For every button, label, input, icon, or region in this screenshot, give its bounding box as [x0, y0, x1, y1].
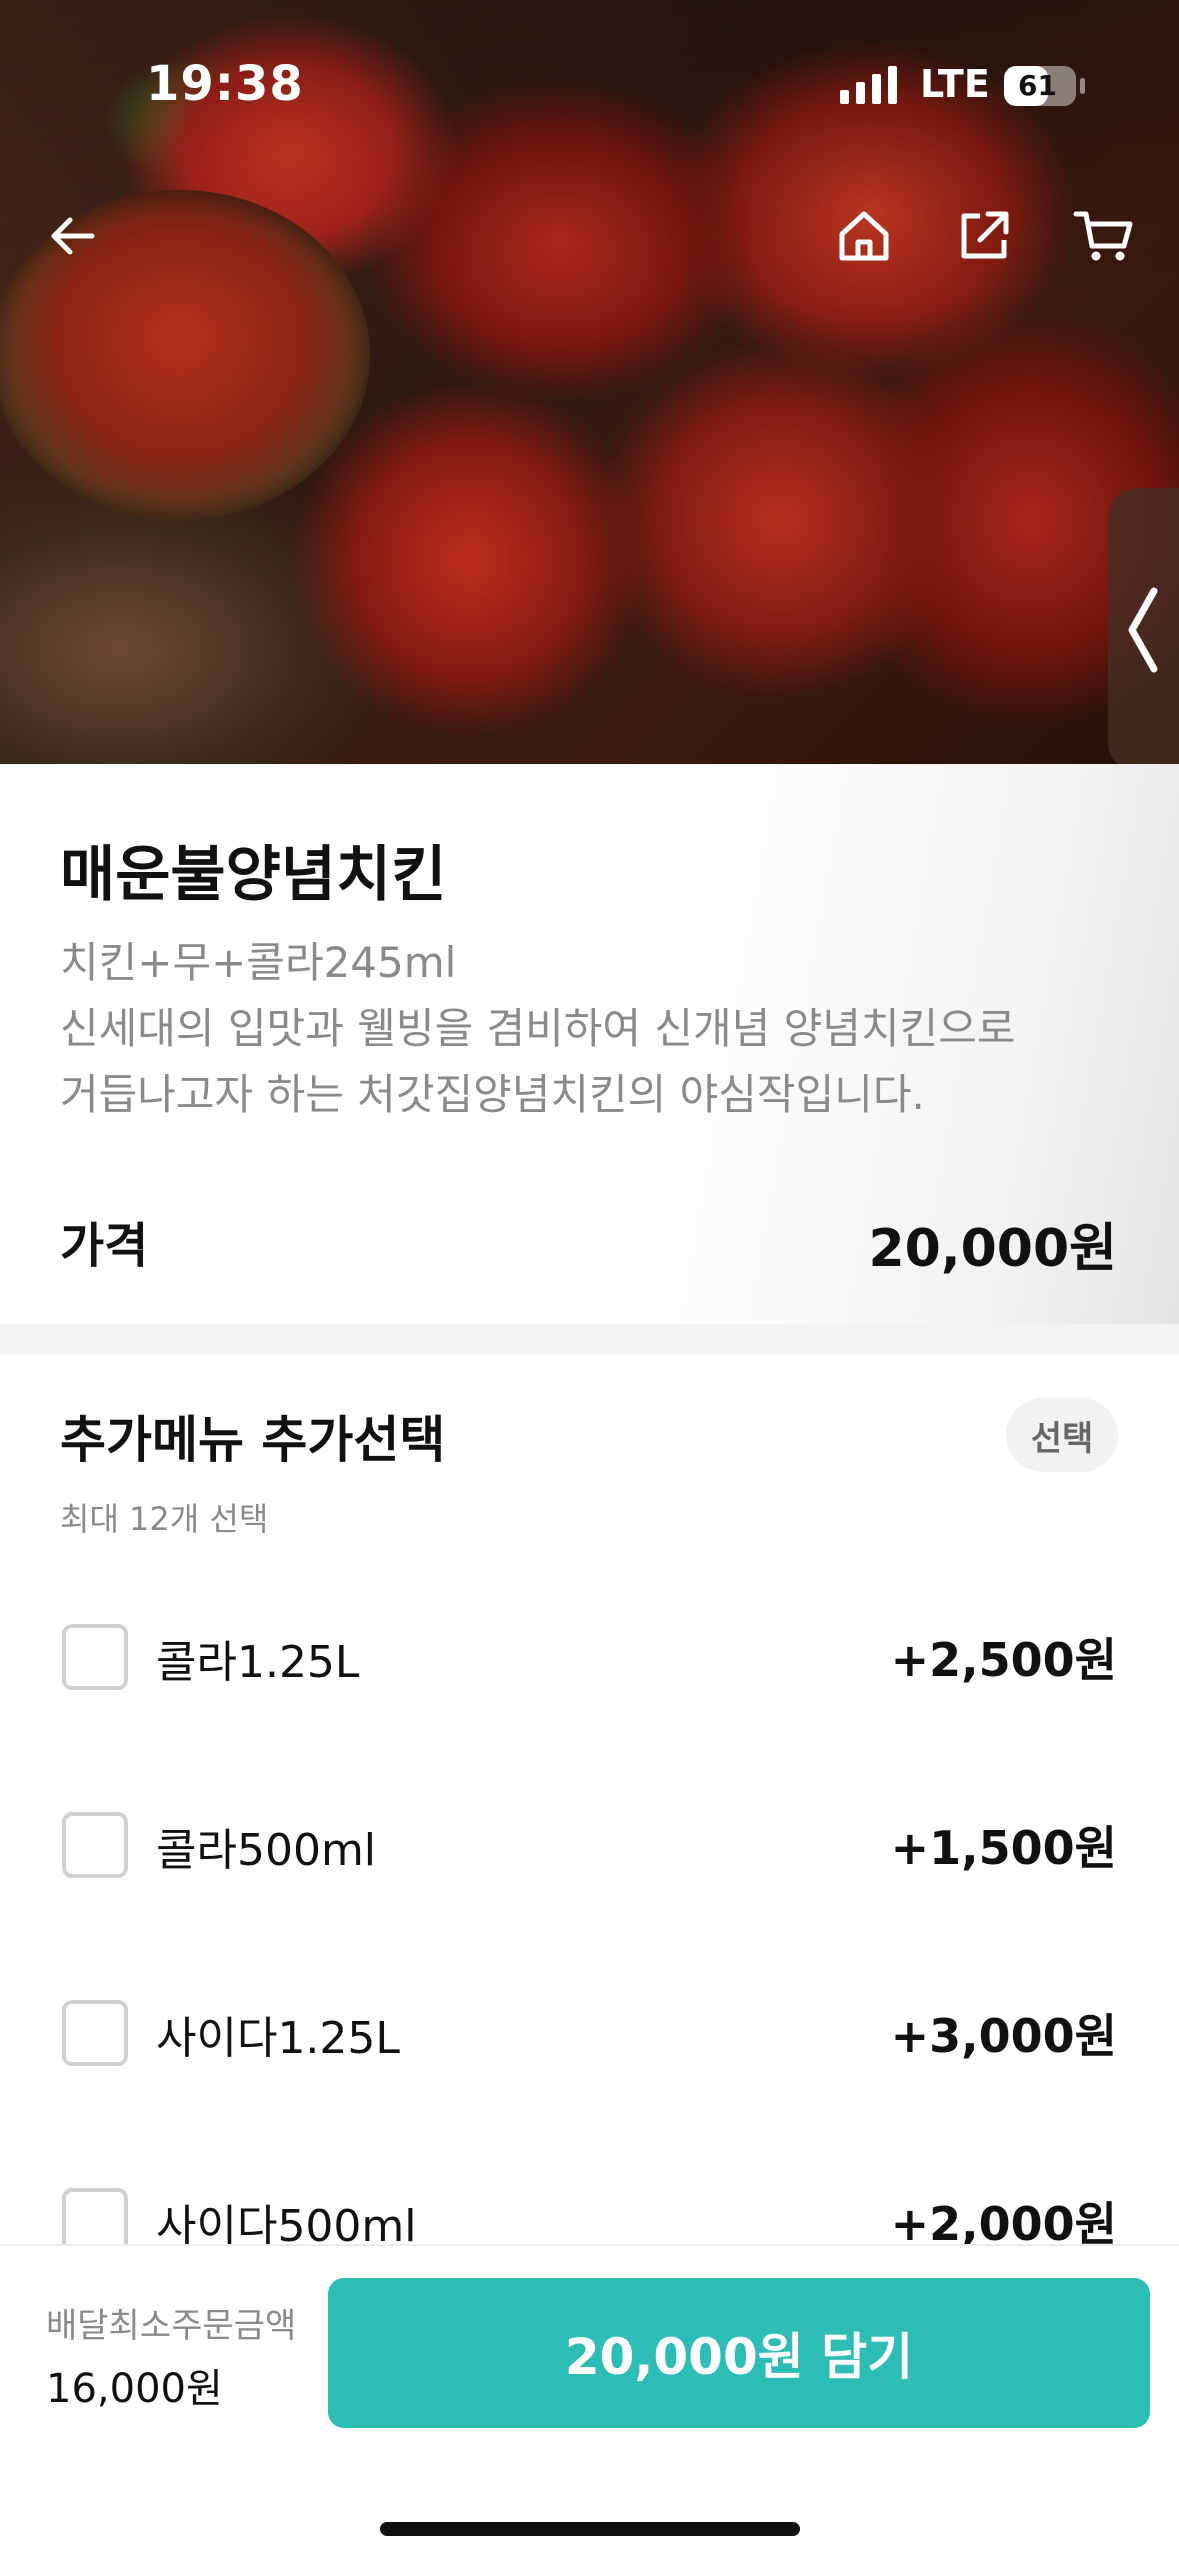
chevron-left-icon — [1128, 587, 1158, 673]
network-type: LTE — [920, 62, 990, 106]
share-button[interactable] — [944, 196, 1024, 276]
option-price: +2,500원 — [890, 1633, 1117, 1687]
option-row[interactable]: 사이다1.25L +3,000원 — [0, 1970, 1179, 2090]
add-to-cart-button[interactable]: 20,000원 담기 — [328, 2278, 1150, 2428]
battery-icon: 61 — [1004, 66, 1076, 106]
status-time: 19:38 — [146, 56, 304, 112]
option-name: 콜라1.25L — [156, 1637, 360, 1688]
cart-icon — [1073, 211, 1133, 261]
price-value: 20,000원 — [868, 1219, 1117, 1279]
arrow-left-icon — [51, 217, 95, 255]
option-name: 사이다500ml — [156, 2201, 417, 2244]
min-order-value: 16,000원 — [46, 2366, 223, 2412]
option-checkbox[interactable] — [62, 1624, 128, 1690]
option-row[interactable]: 콜라500ml +1,500원 — [0, 1782, 1179, 1902]
bottom-order-bar: 배달최소주문금액 16,000원 20,000원 담기 — [0, 2244, 1179, 2556]
description-line: 거듭나고자 하는 처갓집양념치킨의 야심작입니다. — [60, 1070, 925, 1119]
cart-button[interactable] — [1064, 196, 1144, 276]
option-row[interactable]: 사이다500ml +2,000원 — [0, 2158, 1179, 2244]
section-divider — [0, 1324, 1179, 1354]
product-info: 매운불양념치킨 치킨+무+콜라245ml 신세대의 입맛과 웰빙을 겸비하여 신… — [0, 764, 1179, 1324]
description-line: 신세대의 입맛과 웰빙을 겸비하여 신개념 양념치킨으로 — [60, 1004, 1016, 1053]
side-panel-handle[interactable] — [1108, 488, 1179, 772]
section-subtitle: 최대 12개 선택 — [60, 1500, 269, 1538]
option-name: 사이다1.25L — [156, 2013, 400, 2064]
product-description: 치킨+무+콜라245ml 신세대의 입맛과 웰빙을 겸비하여 신개념 양념치킨으… — [60, 930, 1120, 1128]
product-name: 매운불양념치킨 — [60, 840, 447, 910]
product-composition: 치킨+무+콜라245ml — [60, 938, 457, 987]
status-bar: 19:38 LTE 61 — [0, 0, 1179, 170]
extra-menu-section: 추가메뉴 추가선택 선택 최대 12개 선택 콜라1.25L +2,500원 콜… — [0, 1354, 1179, 2244]
battery-level: 61 — [1018, 69, 1057, 102]
option-row[interactable]: 콜라1.25L +2,500원 — [0, 1594, 1179, 1714]
min-order-label: 배달최소주문금액 — [46, 2306, 297, 2346]
section-title: 추가메뉴 추가선택 — [60, 1411, 446, 1469]
price-label: 가격 — [60, 1218, 149, 1274]
home-icon — [839, 211, 889, 261]
option-price: +1,500원 — [890, 1821, 1117, 1875]
option-price: +3,000원 — [890, 2009, 1117, 2063]
back-button[interactable] — [34, 196, 114, 276]
option-checkbox[interactable] — [62, 2188, 128, 2244]
home-indicator[interactable] — [380, 2522, 800, 2536]
option-name: 콜라500ml — [156, 1825, 377, 1876]
option-checkbox[interactable] — [62, 2000, 128, 2066]
optional-badge: 선택 — [1006, 1398, 1118, 1472]
option-checkbox[interactable] — [62, 1812, 128, 1878]
home-button[interactable] — [824, 196, 904, 276]
cellular-signal-icon — [840, 64, 897, 104]
share-icon — [961, 211, 1009, 259]
option-price: +2,000원 — [890, 2197, 1117, 2244]
